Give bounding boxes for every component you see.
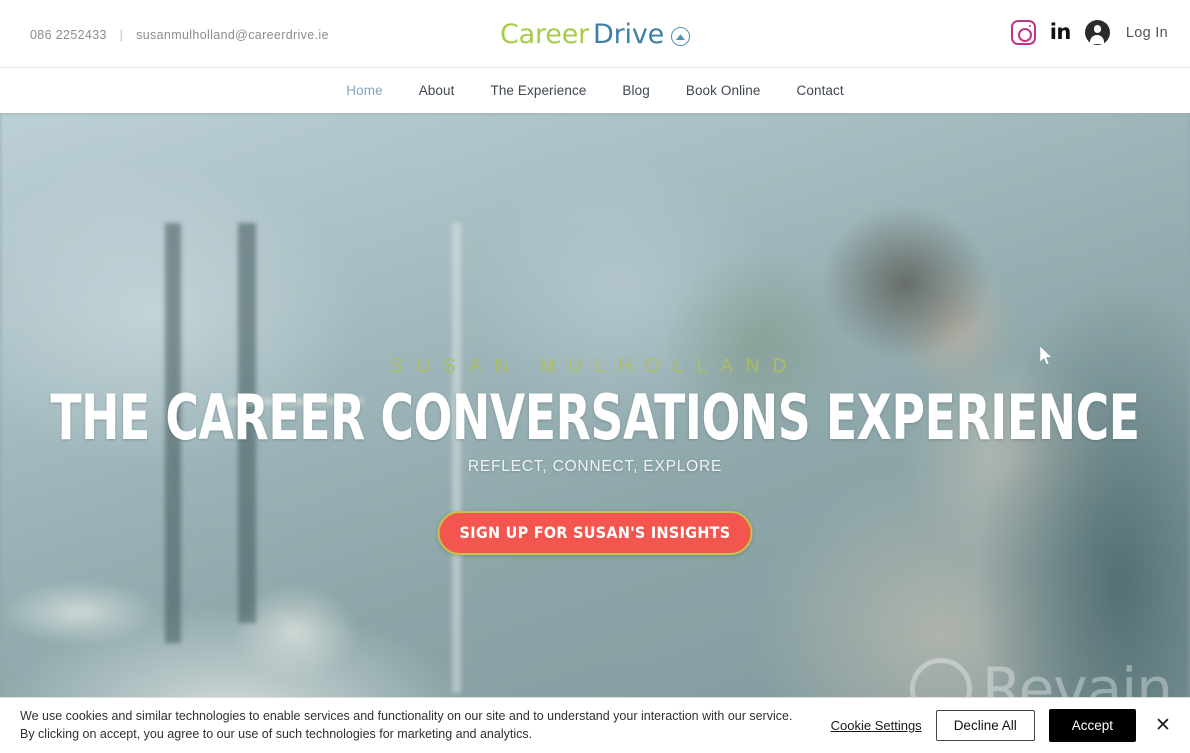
cookie-consent-banner: We use cookies and similar technologies … <box>0 697 1190 753</box>
accept-button[interactable]: Accept <box>1048 709 1136 742</box>
nav-item-about[interactable]: About <box>401 83 473 98</box>
top-bar: 086 2252433 | susanmulholland@careerdriv… <box>0 0 1190 68</box>
user-avatar-icon[interactable] <box>1084 20 1110 45</box>
email-address: susanmulholland@careerdrive.ie <box>136 28 329 42</box>
logo-arrow-icon <box>671 27 691 46</box>
nav-item-home[interactable]: Home <box>328 83 400 98</box>
cookie-settings-link[interactable]: Cookie Settings <box>831 718 922 733</box>
cookie-banner-actions: Cookie Settings Decline All Accept ✕ <box>831 709 1176 742</box>
cookie-text-line1: We use cookies and similar technologies … <box>20 708 793 723</box>
cookie-text-line2: By clicking on accept, you agree to our … <box>20 726 533 741</box>
linkedin-icon[interactable]: in <box>1050 22 1072 43</box>
hero-overlay-tint <box>0 113 1190 753</box>
nav-item-blog[interactable]: Blog <box>604 83 667 98</box>
phone-number: 086 2252433 <box>30 28 107 42</box>
decline-all-button[interactable]: Decline All <box>935 710 1035 741</box>
main-navigation: Home About The Experience Blog Book Onli… <box>0 68 1190 113</box>
login-button[interactable]: Log In <box>1126 25 1168 41</box>
logo-text-drive: Drive <box>593 19 665 50</box>
nav-item-the-experience[interactable]: The Experience <box>472 83 604 98</box>
close-banner-icon[interactable]: ✕ <box>1150 713 1176 739</box>
instagram-icon[interactable] <box>1010 20 1036 45</box>
signup-cta-button[interactable]: SIGN UP FOR SUSAN'S INSIGHTS <box>437 511 753 555</box>
page-root: 086 2252433 | susanmulholland@careerdriv… <box>0 0 1190 753</box>
logo-text-career: Career <box>499 19 590 50</box>
top-bar-actions: in Log In <box>1010 20 1168 45</box>
nav-item-book-online[interactable]: Book Online <box>668 83 779 98</box>
cookie-banner-text: We use cookies and similar technologies … <box>20 708 831 744</box>
contact-separator: | <box>119 28 124 42</box>
site-logo[interactable]: Career Drive <box>499 19 691 50</box>
hero-section: SUSAN MULHOLLAND THE CAREER CONVERSATION… <box>0 113 1190 753</box>
nav-item-contact[interactable]: Contact <box>779 83 862 98</box>
contact-info: 086 2252433 | susanmulholland@careerdriv… <box>30 28 329 42</box>
